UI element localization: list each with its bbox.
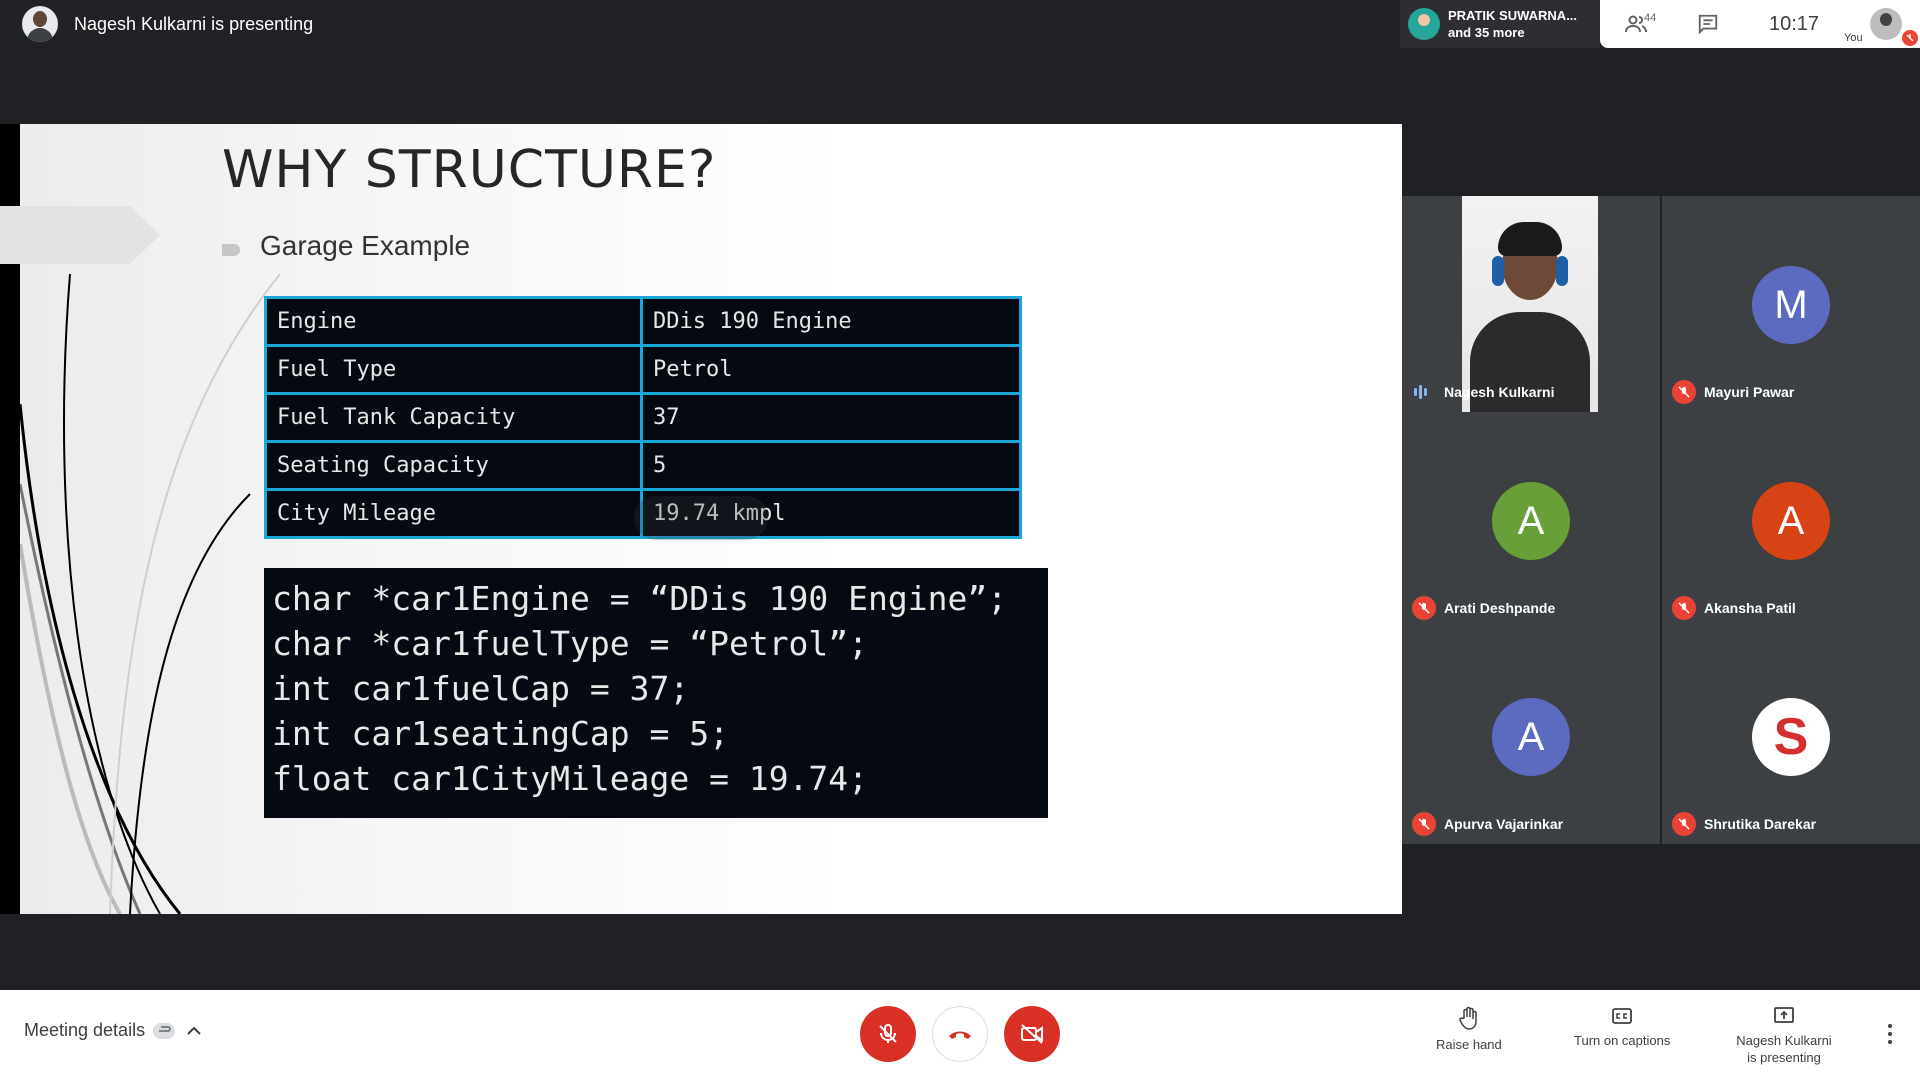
attachment-icon bbox=[153, 1022, 176, 1039]
code-block: char *car1Engine = “DDis 190 Engine”; ch… bbox=[264, 568, 1048, 818]
self-label: You bbox=[1844, 32, 1863, 44]
participant-name: Arati Deshpande bbox=[1444, 600, 1556, 616]
mic-off-icon bbox=[1902, 30, 1918, 46]
mic-off-icon bbox=[1672, 380, 1696, 404]
table-cell-key: Fuel Tank Capacity bbox=[264, 392, 643, 443]
presentation-slide: WHY STRUCTURE? Garage Example Engine DDis… bbox=[0, 124, 1402, 914]
avatar: M bbox=[1752, 266, 1830, 344]
table-cell-key: Seating Capacity bbox=[264, 440, 643, 491]
code-line: int car1fuelCap = 37; bbox=[272, 669, 690, 708]
top-right-bar: PRATIK SUWARNA... and 35 more 44 10:17 Y… bbox=[1400, 0, 1920, 48]
participant-name: Mayuri Pawar bbox=[1704, 384, 1795, 400]
table-row: Seating Capacity 5 bbox=[264, 440, 1022, 491]
table-cell-key: City Mileage bbox=[264, 488, 643, 539]
raise-hand-button[interactable]: Raise hand bbox=[1436, 1006, 1502, 1053]
bullet-icon bbox=[222, 244, 240, 256]
table-cell-key: Fuel Type bbox=[264, 344, 643, 395]
avatar: A bbox=[1752, 482, 1830, 560]
leave-call-button[interactable] bbox=[932, 1006, 988, 1062]
captions-label: Turn on captions bbox=[1574, 1033, 1671, 1048]
captions-button[interactable]: Turn on captions bbox=[1574, 1006, 1670, 1049]
joined-notification[interactable]: PRATIK SUWARNA... and 35 more bbox=[1400, 0, 1600, 48]
meeting-details-label: Meeting details bbox=[24, 1020, 146, 1040]
participant-grid: Nagesh Kulkarni M Mayuri Pawar A Arati D… bbox=[1402, 196, 1920, 844]
participant-tile[interactable]: M Mayuri Pawar bbox=[1662, 196, 1920, 412]
mic-toggle-button[interactable] bbox=[860, 1006, 916, 1062]
table-cell-value: 37 bbox=[640, 392, 1022, 443]
people-button[interactable]: 44 bbox=[1600, 0, 1672, 48]
avatar: S bbox=[1752, 698, 1830, 776]
participant-tile[interactable]: A Akansha Patil bbox=[1662, 412, 1920, 628]
avatar: A bbox=[1492, 698, 1570, 776]
presenting-title: Nagesh Kulkarni is presenting bbox=[74, 13, 314, 34]
table-cell-value: 5 bbox=[640, 440, 1022, 491]
arrow-banner bbox=[0, 206, 160, 264]
speaking-indicator-icon bbox=[1414, 384, 1432, 400]
bottom-bar: Meeting details Raise hand Turn on capti… bbox=[0, 990, 1920, 1080]
clock: 10:17 bbox=[1768, 12, 1820, 35]
self-avatar bbox=[1870, 8, 1902, 40]
participant-name: Akansha Patil bbox=[1704, 600, 1796, 616]
mic-off-icon bbox=[1412, 812, 1436, 836]
participant-name: Shrutika Darekar bbox=[1704, 816, 1817, 832]
participant-tile[interactable]: Nagesh Kulkarni bbox=[1402, 196, 1660, 412]
mic-off-icon bbox=[1672, 812, 1696, 836]
self-view[interactable]: You bbox=[1844, 0, 1920, 48]
presenter-header: Nagesh Kulkarni is presenting bbox=[22, 6, 313, 42]
joined-name: PRATIK SUWARNA... bbox=[1448, 8, 1578, 23]
code-line: int car1seatingCap = 5; bbox=[272, 714, 729, 753]
table-cell-key: Engine bbox=[264, 296, 643, 347]
slide-title: WHY STRUCTURE? bbox=[222, 140, 717, 200]
phone-hangup-icon bbox=[949, 1031, 971, 1039]
avatar: A bbox=[1492, 482, 1570, 560]
code-line: float car1CityMileage = 19.74; bbox=[272, 759, 869, 798]
table-cell-value: DDis 190 Engine bbox=[640, 296, 1022, 347]
camera-off-icon bbox=[1021, 1024, 1043, 1044]
captions-icon bbox=[1612, 1008, 1633, 1024]
participant-name: Nagesh Kulkarni bbox=[1444, 384, 1555, 400]
table-row: Fuel Type Petrol bbox=[264, 344, 1022, 395]
participant-name: Apurva Vajarinkar bbox=[1444, 816, 1564, 832]
table-row: Engine DDis 190 Engine bbox=[264, 296, 1022, 347]
meet-window: Nagesh Kulkarni is presenting PRATIK SUW… bbox=[0, 0, 1920, 1080]
presenter-avatar bbox=[22, 6, 58, 42]
present-screen-icon bbox=[1774, 1007, 1794, 1023]
meeting-details-button[interactable]: Meeting details bbox=[24, 1020, 201, 1041]
hand-icon bbox=[1459, 1006, 1477, 1030]
more-options-icon[interactable] bbox=[1880, 1014, 1900, 1054]
chat-icon bbox=[1698, 14, 1718, 35]
table-row: Fuel Tank Capacity 37 bbox=[264, 392, 1022, 443]
joined-more: and 35 more bbox=[1448, 25, 1525, 40]
raise-hand-label: Raise hand bbox=[1436, 1037, 1502, 1052]
chevron-up-icon bbox=[187, 1020, 201, 1041]
code-line: char *car1Engine = “DDis 190 Engine”; bbox=[272, 579, 1008, 618]
presentation-overlay-controls[interactable] bbox=[634, 496, 768, 540]
participant-tile[interactable]: S Shrutika Darekar bbox=[1662, 628, 1920, 844]
participant-video bbox=[1462, 196, 1598, 412]
mic-off-icon bbox=[1412, 596, 1436, 620]
chat-button[interactable] bbox=[1672, 0, 1744, 48]
table-cell-value: Petrol bbox=[640, 344, 1022, 395]
participant-tile[interactable]: A Arati Deshpande bbox=[1402, 412, 1660, 628]
present-now-button[interactable]: Nagesh Kulkarni is presenting bbox=[1732, 1006, 1836, 1066]
top-controls-panel: 44 10:17 You bbox=[1600, 0, 1920, 48]
camera-toggle-button[interactable] bbox=[1004, 1006, 1060, 1062]
presenting-label: Nagesh Kulkarni is presenting bbox=[1736, 1033, 1832, 1065]
joined-avatar bbox=[1408, 8, 1440, 40]
mic-off-icon bbox=[879, 1024, 897, 1043]
mic-off-icon bbox=[1672, 596, 1696, 620]
call-controls bbox=[860, 1006, 1060, 1062]
bullet-text: Garage Example bbox=[260, 230, 471, 261]
people-count: 44 bbox=[1644, 12, 1657, 24]
participant-tile[interactable]: A Apurva Vajarinkar bbox=[1402, 628, 1660, 844]
code-line: char *car1fuelType = “Petrol”; bbox=[272, 624, 869, 663]
